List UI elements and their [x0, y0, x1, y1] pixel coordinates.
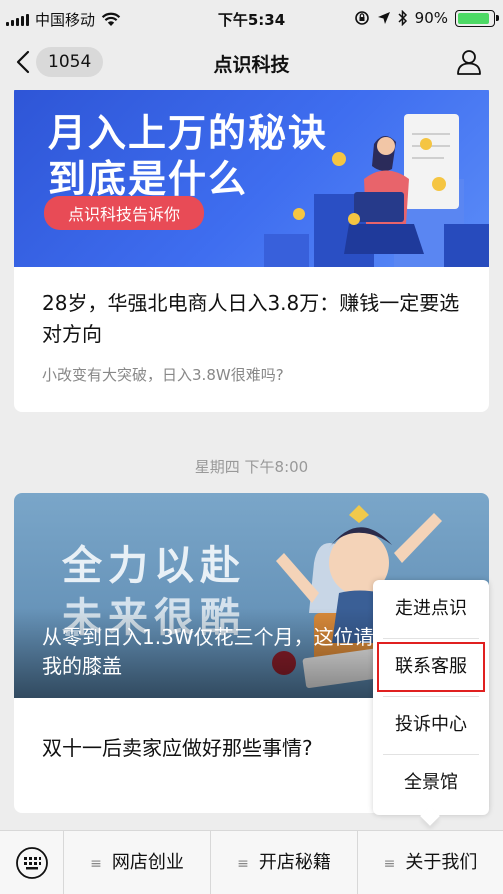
article-subtitle: 小改变有大突破，日入3.8W很难吗? [42, 366, 284, 384]
nav-bar: 1054 点识科技 [0, 36, 503, 90]
submenu-popup: 走进点识 联系客服 投诉中心 全景馆 [373, 580, 489, 815]
battery-fill [458, 12, 489, 24]
battery-percent: 90% [414, 9, 448, 27]
article-title: 28岁，华强北电商人日入3.8万：赚钱一定要选对方向 [42, 291, 460, 346]
status-right: 90% [354, 9, 499, 27]
menu-lines-icon: ≡ [383, 856, 396, 872]
menu-lines-icon: ≡ [90, 856, 102, 872]
orientation-lock-icon [354, 11, 369, 25]
menu-item-complaint-center[interactable]: 投诉中心 [373, 696, 489, 754]
menu-tab-label: 开店秘籍 [258, 852, 331, 873]
battery-icon [455, 9, 499, 27]
menu-lines-icon: ≡ [237, 856, 249, 872]
message-timestamp: 星期四 下午8:00 [194, 458, 309, 476]
banner-article-title: 从零到日入1.3W仅花三个月，这位请收下我的膝盖 [42, 625, 414, 678]
article-banner: 月入上万的秘诀 到底是什么 点识科技告诉你 [14, 90, 489, 267]
keyboard-toggle-button[interactable] [0, 831, 64, 894]
menu-item-about-diansee[interactable]: 走进点识 [373, 580, 489, 638]
keyboard-icon [16, 847, 48, 879]
menu-tab-shop-secrets[interactable]: ≡ 开店秘籍 [211, 831, 357, 894]
bottom-menu-bar: ≡ 网店创业 ≡ 开店秘籍 ≡ 关于我们 [0, 830, 503, 894]
menu-tab-label: 网店创业 [111, 852, 184, 873]
person-icon [457, 50, 481, 75]
page-title: 点识科技 [213, 54, 290, 76]
menu-tab-shop-startup[interactable]: ≡ 网店创业 [64, 831, 210, 894]
bluetooth-icon [398, 10, 407, 26]
banner-headline-2: 到底是什么 [48, 157, 249, 201]
menu-item-panorama[interactable]: 全景馆 [373, 754, 489, 812]
banner-tag: 点识科技告诉你 [44, 196, 205, 230]
menu-tab-label: 关于我们 [405, 852, 478, 873]
menu-item-contact-support[interactable]: 联系客服 [373, 638, 489, 696]
banner-headline-1: 全力以赴 [62, 543, 246, 589]
location-icon [377, 12, 390, 24]
menu-tab-about-us[interactable]: ≡ 关于我们 [358, 831, 503, 894]
article-card[interactable]: 月入上万的秘诀 到底是什么 点识科技告诉你 28岁，华强北电商人日入3.8万：赚… [14, 90, 489, 412]
profile-button[interactable] [455, 48, 483, 80]
status-bar: 中国移动 下午5:34 90% [0, 0, 503, 36]
